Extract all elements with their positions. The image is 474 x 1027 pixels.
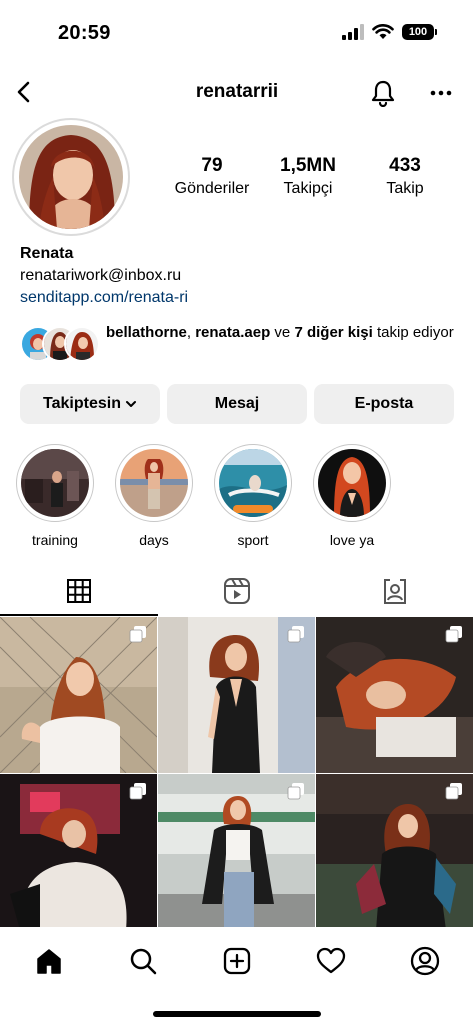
nav-activity[interactable] [309,941,353,981]
cellular-signal-icon [342,24,364,40]
following-button[interactable]: Takiptesin [20,384,160,424]
battery-icon: 100 [402,24,437,40]
multiple-photos-icon [287,783,304,800]
highlight-cover [21,449,89,517]
post-thumbnail[interactable] [316,774,473,927]
bio-email: renatariwork@inbox.ru [20,267,182,284]
multiple-photos-icon [129,626,146,643]
heart-icon [316,947,346,974]
nav-profile[interactable] [403,941,447,981]
stat-followers[interactable]: 1,5MN Takipçi [258,155,358,198]
followed-by-text: bellathorne, renata.aep ve 7 diğer kişi … [106,322,462,344]
message-button[interactable]: Mesaj [167,384,307,424]
post-thumbnail[interactable] [0,617,157,773]
bottom-navigation [0,927,474,1027]
search-icon [130,948,157,975]
profile-username: renatarrii [195,81,279,102]
mutual-avatar [64,326,100,362]
followers-count: 1,5MN [280,155,336,176]
post-thumbnail[interactable] [316,617,473,773]
highlight-sport[interactable]: sport [213,444,293,548]
highlight-cover [120,449,188,517]
mutual-others[interactable]: 7 diğer kişi [294,324,372,341]
profile-tabs [0,566,474,616]
active-tab-indicator [0,614,158,616]
email-button[interactable]: E-posta [314,384,454,424]
mutual-user-2[interactable]: renata.aep [195,324,270,341]
more-horizontal-icon [430,90,452,96]
notifications-button[interactable] [366,76,400,110]
stat-following[interactable]: 433 Takip [355,155,455,198]
nav-create[interactable] [215,941,259,981]
status-bar: 20:59 100 [0,0,474,60]
followed-suffix: takip ediyor [372,324,454,341]
nav-search[interactable] [121,941,165,981]
home-indicator [153,1011,321,1017]
email-button-label: E-posta [354,395,414,412]
status-indicators: 100 [342,24,437,40]
highlight-label: love ya [329,532,375,548]
highlight-cover [219,449,287,517]
mutual-user-1[interactable]: bellathorne [106,324,187,341]
followed-by-row[interactable]: bellathorne, renata.aep ve 7 diğer kişi … [20,322,460,366]
highlight-label: sport [237,532,269,548]
post-thumbnail[interactable] [0,774,157,927]
create-icon [223,947,251,975]
followed-connector: ve [270,324,295,341]
story-highlights: training days sport love ya [0,444,474,548]
profile-header: renatarrii [0,70,474,114]
highlight-training[interactable]: training [15,444,95,548]
posts-count: 79 [201,155,223,176]
stat-posts[interactable]: 79 Gönderiler [162,155,262,198]
tab-reels[interactable] [158,566,316,616]
message-button-label: Mesaj [214,395,260,412]
highlight-love-ya[interactable]: love ya [312,444,392,548]
highlight-label: days [139,532,169,548]
highlight-days[interactable]: days [114,444,194,548]
bio-link[interactable]: senditapp.com/renata-ri [20,289,460,311]
posts-label: Gönderiler [174,180,250,197]
multiple-photos-icon [445,783,462,800]
grid-icon [67,579,91,603]
tab-tagged[interactable] [316,566,474,616]
highlight-ring [16,444,94,522]
tab-grid[interactable] [0,566,158,616]
multiple-photos-icon [129,783,146,800]
profile-display-name: Renata [20,245,74,262]
avatar-photo [19,125,123,229]
highlight-cover [318,449,386,517]
home-icon [37,949,61,974]
following-count: 433 [389,155,421,176]
highlight-label: training [32,532,78,548]
status-time: 20:59 [58,22,111,44]
followers-label: Takipçi [283,180,333,197]
following-button-label: Takiptesin [43,395,121,412]
highlight-ring [115,444,193,522]
profile-bio: Renata renatariwork@inbox.ru senditapp.c… [20,245,460,311]
profile-icon [410,946,440,976]
post-thumbnail[interactable] [158,774,315,927]
reels-icon [224,578,250,604]
following-label: Takip [386,180,424,197]
bell-icon [371,80,395,107]
multiple-photos-icon [445,626,462,643]
wifi-icon [372,24,394,39]
more-options-button[interactable] [424,76,458,110]
mutual-avatars [20,326,100,362]
followed-separator: , [186,324,196,341]
tagged-icon [384,579,406,604]
chevron-down-icon [125,401,136,407]
profile-avatar[interactable] [12,118,130,236]
multiple-photos-icon [287,626,304,643]
nav-home[interactable] [27,941,71,981]
post-thumbnail[interactable] [158,617,315,773]
highlight-ring [214,444,292,522]
posts-grid [0,617,474,927]
highlight-ring [313,444,391,522]
